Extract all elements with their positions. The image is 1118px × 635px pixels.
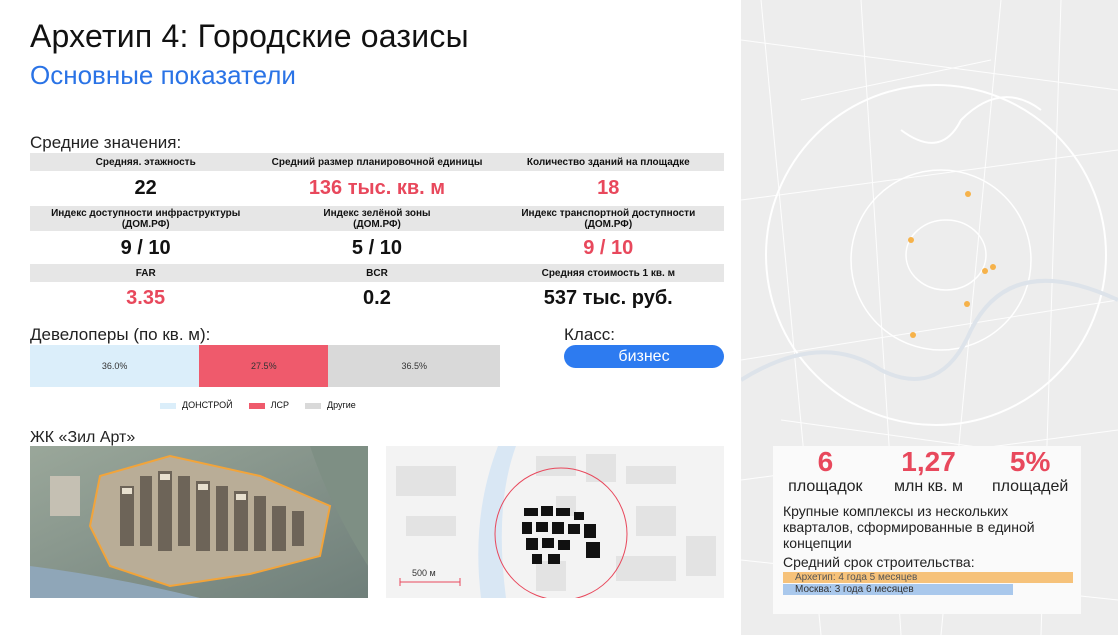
duration-bar-label: Архетип: 4 года 5 месяцев bbox=[795, 572, 918, 583]
legend-label: ДОНСТРОЙ bbox=[182, 400, 233, 410]
stat-block: 1,27 млн кв. м bbox=[878, 446, 980, 496]
segment-label: 27.5% bbox=[251, 361, 277, 371]
developer-segment: 36.5% bbox=[328, 345, 500, 387]
metric-header: Средняя. этажность bbox=[95, 156, 196, 168]
legend-label: Другие bbox=[327, 400, 356, 410]
metric-header: FAR bbox=[135, 267, 156, 279]
metric-value: 0.2 bbox=[363, 287, 391, 309]
developers-label: Девелоперы (по кв. м): bbox=[30, 325, 211, 344]
metric-header: Средний размер планировочной единицы bbox=[271, 156, 483, 168]
duration-bar: Москва: 3 года 6 месяцев bbox=[783, 584, 1013, 595]
metrics-header-row: FAR BCR Средняя стоимость 1 кв. м bbox=[30, 264, 724, 282]
metrics-header-row: Индекс доступности инфраструктуры (ДОМ.Р… bbox=[30, 206, 724, 231]
stats-row: 6 площадок 1,27 млн кв. м 5% площадей bbox=[773, 446, 1081, 496]
stat-value: 5% bbox=[1009, 446, 1051, 477]
page-subtitle: Основные показатели bbox=[30, 60, 296, 90]
legend-item: ДОНСТРОЙ bbox=[160, 400, 233, 410]
stat-label: площадок bbox=[788, 478, 863, 495]
metric-value: 537 тыс. руб. bbox=[543, 287, 673, 309]
duration-bar-label: Москва: 3 года 6 месяцев bbox=[795, 584, 914, 595]
aerial-image bbox=[30, 446, 368, 598]
metrics-value-row: 9 / 10 5 / 10 9 / 10 bbox=[30, 237, 724, 260]
scale-label: 500 м bbox=[412, 568, 436, 578]
legend-label: ЛСР bbox=[270, 400, 289, 410]
legend-swatch bbox=[305, 402, 321, 409]
legend-swatch bbox=[160, 402, 176, 409]
metric-header: Средняя стоимость 1 кв. м bbox=[541, 267, 675, 279]
duration-label: Средний срок строительства: bbox=[783, 554, 975, 570]
site-plan-image: 500 м bbox=[386, 446, 724, 598]
class-badge: бизнес bbox=[564, 345, 724, 368]
metric-value: 9 / 10 bbox=[120, 237, 171, 259]
metric-header: Индекс доступности инфраструктуры (ДОМ.Р… bbox=[51, 207, 241, 230]
stat-value: 1,27 bbox=[901, 446, 956, 477]
metrics-value-row: 22 136 тыс. кв. м 18 bbox=[30, 177, 724, 200]
stat-block: 5% площадей bbox=[979, 446, 1081, 496]
stat-label: млн кв. м bbox=[894, 478, 964, 495]
developer-segment: 27.5% bbox=[199, 345, 329, 387]
metric-value: 22 bbox=[134, 177, 157, 199]
legend-item: ЛСР bbox=[248, 400, 289, 410]
metric-header: Количество зданий на площадке bbox=[526, 156, 690, 168]
developers-bar: 36.0% 27.5% 36.5% bbox=[30, 345, 500, 387]
metric-value: 3.35 bbox=[126, 287, 166, 309]
segment-label: 36.5% bbox=[401, 361, 427, 371]
metric-value: 18 bbox=[597, 177, 620, 199]
project-label: ЖК «Зил Арт» bbox=[30, 429, 136, 446]
developers-legend: ДОНСТРОЙ ЛСР Другие bbox=[160, 400, 356, 410]
stat-block: 6 площадок bbox=[773, 446, 878, 496]
metric-header: BCR bbox=[366, 267, 388, 279]
metric-value: 9 / 10 bbox=[583, 237, 634, 259]
metric-value: 136 тыс. кв. м bbox=[308, 177, 446, 199]
summary-card: 6 площадок 1,27 млн кв. м 5% площадей Кр… bbox=[773, 446, 1081, 614]
metrics-value-row: 3.35 0.2 537 тыс. руб. bbox=[30, 287, 724, 310]
segment-label: 36.0% bbox=[101, 361, 128, 371]
archetype-description: Крупные комплексы из нескольких квартало… bbox=[783, 503, 1035, 551]
averages-label: Средние значения: bbox=[30, 133, 182, 152]
metrics-header-row: Средняя. этажность Средний размер планир… bbox=[30, 153, 724, 171]
page-title: Архетип 4: Городские оазисы bbox=[30, 18, 469, 54]
metric-header: Индекс зелёной зоны (ДОМ.РФ) bbox=[323, 207, 431, 230]
developer-segment: 36.0% bbox=[30, 345, 200, 387]
metric-value: 5 / 10 bbox=[351, 237, 402, 259]
duration-bar: Архетип: 4 года 5 месяцев bbox=[783, 572, 1073, 583]
stat-label: площадей bbox=[992, 478, 1069, 495]
metric-header: Индекс транспортной доступности (ДОМ.РФ) bbox=[521, 207, 696, 230]
stat-value: 6 bbox=[817, 446, 834, 477]
legend-item: Другие bbox=[305, 400, 356, 410]
legend-swatch bbox=[248, 402, 265, 409]
class-label: Класс: bbox=[564, 325, 615, 344]
